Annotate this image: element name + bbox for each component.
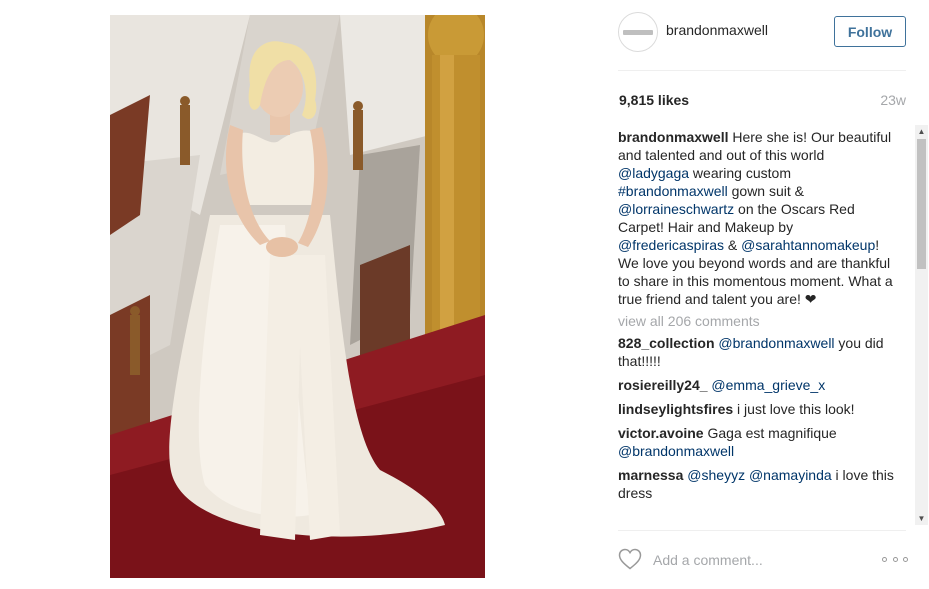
- mention-link[interactable]: @namayinda: [749, 467, 832, 483]
- comments-scrollbar[interactable]: ▲ ▼: [915, 125, 928, 525]
- mention-link[interactable]: @sarahtannomakeup: [741, 237, 875, 253]
- caption: brandonmaxwell Here she is! Our beautifu…: [618, 128, 898, 308]
- comment-username[interactable]: marnessa: [618, 467, 683, 483]
- comment-username[interactable]: lindseylightsfires: [618, 401, 733, 417]
- caption-text: wearing custom: [689, 165, 791, 181]
- mention-link[interactable]: @emma_grieve_x: [711, 377, 825, 393]
- comment-username[interactable]: victor.avoine: [618, 425, 704, 441]
- comment-item: rosiereilly24_ @emma_grieve_x: [618, 376, 898, 394]
- view-all-comments-link[interactable]: view all 206 comments: [618, 312, 898, 330]
- dot: [903, 556, 908, 562]
- comment-input[interactable]: [653, 550, 873, 570]
- comment-text: i just love this look!: [733, 401, 855, 417]
- scroll-down-icon[interactable]: ▼: [915, 512, 928, 525]
- post-photo-image: [110, 15, 485, 578]
- mention-link[interactable]: @brandonmaxwell: [618, 443, 734, 459]
- caption-text: &: [724, 237, 742, 253]
- post-details-panel: brandonmaxwell Follow 9,815 likes 23w br…: [603, 0, 929, 589]
- mention-link[interactable]: @brandonmaxwell: [718, 335, 834, 351]
- post-photo[interactable]: [110, 15, 485, 578]
- caption-username[interactable]: brandonmaxwell: [618, 129, 728, 145]
- hashtag-link[interactable]: #brandonmaxwell: [618, 183, 728, 199]
- post-header: brandonmaxwell Follow: [618, 12, 908, 52]
- dot: [892, 556, 898, 562]
- comment-item: lindseylightsfires i just love this look…: [618, 400, 898, 418]
- comment-item: 828_collection @brandonmaxwell you did t…: [618, 334, 898, 370]
- comment-item: marnessa @sheyyz @namayinda i love this …: [618, 466, 898, 502]
- caption-text: gown suit &: [727, 183, 804, 199]
- comment-text: Gaga est magnifique: [703, 425, 837, 441]
- scroll-thumb[interactable]: [917, 139, 926, 269]
- mention-link[interactable]: @lorraineschwartz: [618, 201, 734, 217]
- divider: [618, 70, 906, 71]
- mention-link[interactable]: @fredericaspiras: [618, 237, 724, 253]
- comments-list: brandonmaxwell Here she is! Our beautifu…: [618, 125, 912, 525]
- add-comment-bar: [618, 544, 912, 574]
- heart-icon[interactable]: [618, 548, 642, 570]
- dot: [882, 556, 887, 562]
- post-time[interactable]: 23w: [880, 92, 906, 108]
- avatar[interactable]: [618, 12, 658, 52]
- scroll-up-icon[interactable]: ▲: [915, 125, 928, 138]
- mention-link[interactable]: @ladygaga: [618, 165, 689, 181]
- comment-item: victor.avoine Gaga est magnifique @brand…: [618, 424, 898, 460]
- comment-username[interactable]: 828_collection: [618, 335, 715, 351]
- brand-logo: [623, 30, 653, 35]
- post-username[interactable]: brandonmaxwell: [666, 22, 768, 38]
- follow-button[interactable]: Follow: [834, 16, 906, 47]
- comment-username[interactable]: rosiereilly24_: [618, 377, 708, 393]
- mention-link[interactable]: @sheyyz: [687, 467, 745, 483]
- likes-count[interactable]: 9,815 likes: [619, 92, 689, 108]
- divider: [618, 530, 906, 531]
- more-options-icon[interactable]: [882, 554, 908, 564]
